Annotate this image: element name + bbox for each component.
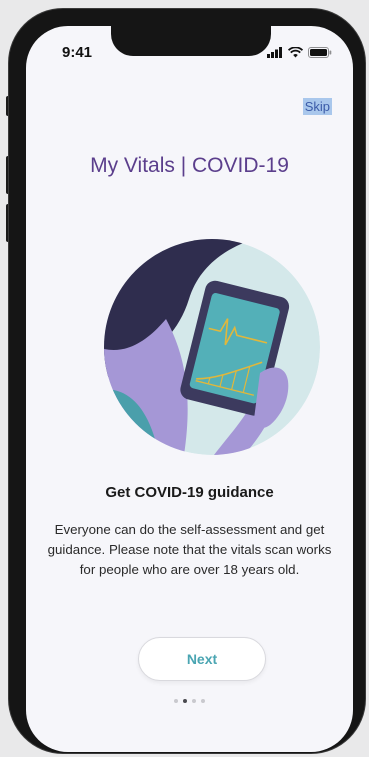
battery-icon: [308, 47, 332, 58]
skip-button[interactable]: Skip: [302, 98, 332, 115]
notch: [111, 26, 271, 56]
description-text: Everyone can do the self-assessment and …: [47, 522, 332, 577]
status-time: 9:41: [62, 44, 93, 61]
wifi-icon: [288, 47, 303, 58]
app-screen: 9:41 Skip My Vitals | COVID-19 Get COVID…: [26, 26, 353, 752]
phone-vitals-illustration: [104, 239, 320, 455]
status-icons: [267, 47, 332, 58]
signal-icon: [267, 47, 282, 58]
page-dot-3: [192, 699, 196, 703]
page-dot-1: [174, 699, 178, 703]
page-dot-4: [201, 699, 205, 703]
page-title: My Vitals | COVID-19: [90, 154, 289, 177]
next-button[interactable]: Next: [138, 637, 266, 681]
section-heading: Get COVID-19 guidance: [105, 484, 274, 501]
phone-frame: 9:41 Skip My Vitals | COVID-19 Get COVID…: [9, 9, 365, 753]
pagination-dots: [26, 699, 353, 703]
page-dot-2-active: [183, 699, 187, 703]
